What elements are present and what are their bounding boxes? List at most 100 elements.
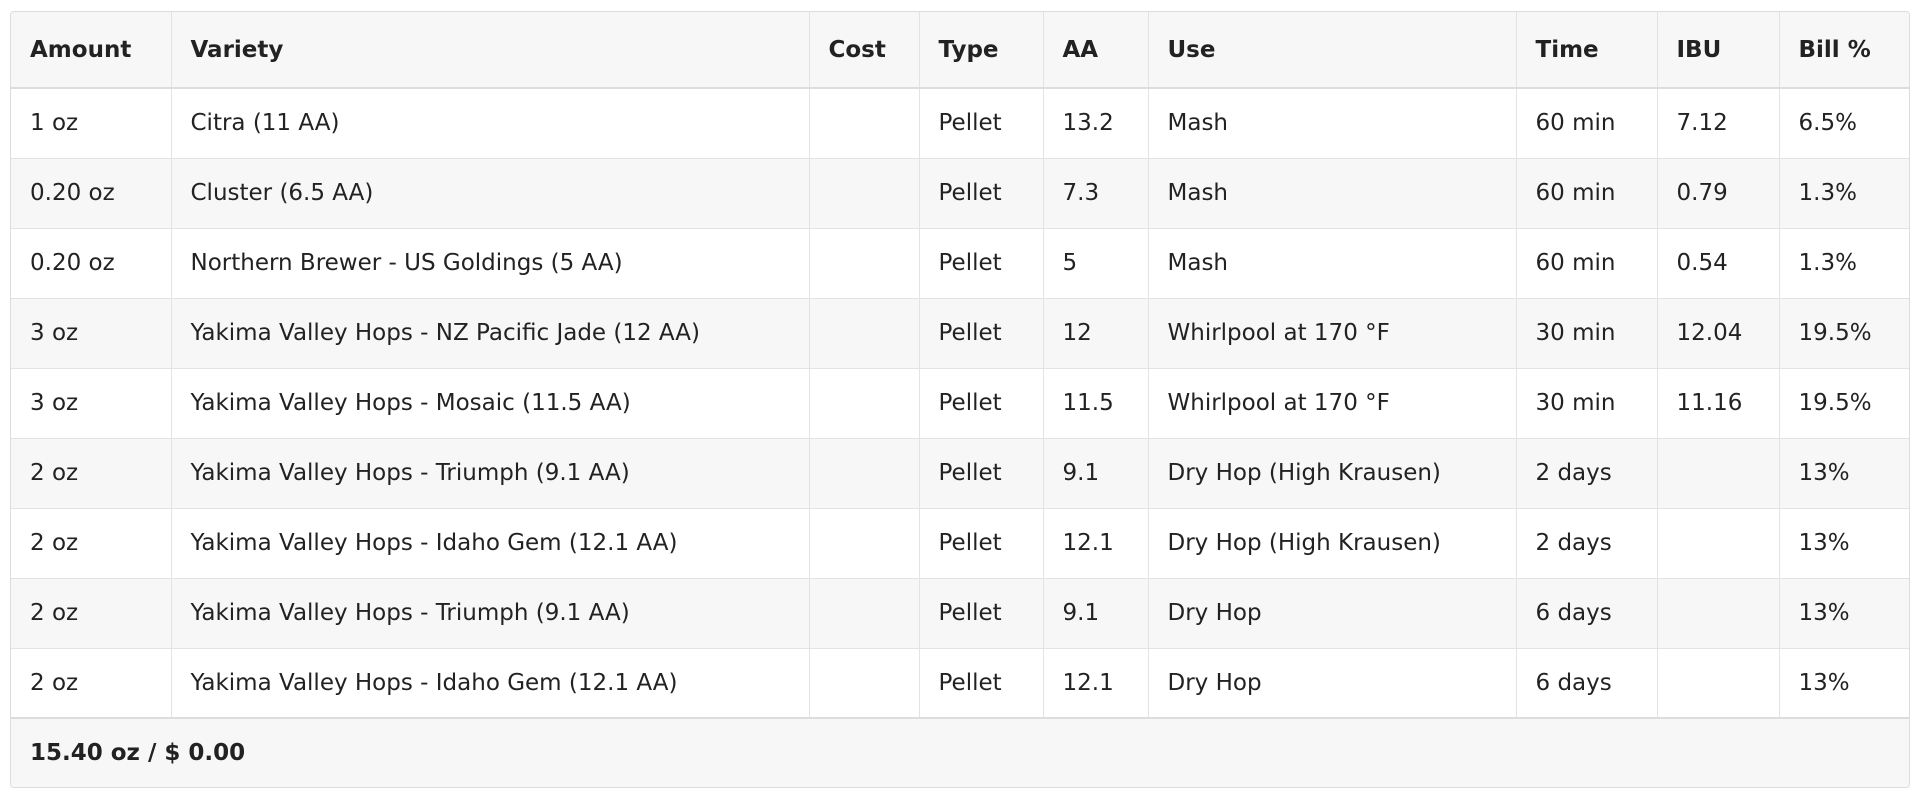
footer-total: 15.40 oz / $ 0.00 [11,717,1909,787]
cell-ibu: 12.04 [1657,298,1780,369]
cell-bill: 6.5% [1779,88,1909,159]
cell-use: Mash [1148,88,1517,159]
table-row: 0.20 oz Northern Brewer - US Goldings (5 … [11,228,1909,299]
cell-variety: Yakima Valley Hops - Idaho Gem (12.1 AA) [171,508,810,579]
column-header-variety: Variety [171,12,810,89]
cell-amount: 3 oz [11,368,172,439]
cell-use: Dry Hop [1148,578,1517,649]
column-header-aa: AA [1043,12,1149,89]
cell-variety: Citra (11 AA) [171,88,810,159]
cell-time: 60 min [1516,158,1658,229]
cell-bill: 1.3% [1779,158,1909,229]
cell-use: Dry Hop [1148,648,1517,719]
cell-bill: 19.5% [1779,298,1909,369]
cell-ibu: 0.79 [1657,158,1780,229]
cell-amount: 3 oz [11,298,172,369]
table-row: 1 oz Citra (11 AA) Pellet 13.2 Mash 60 min 7.1… [11,88,1909,159]
table-row: 2 oz Yakima Valley Hops - Triumph (9.1 AA… [11,438,1909,509]
cell-use: Whirlpool at 170 °F [1148,298,1517,369]
cell-type: Pellet [919,648,1044,719]
cell-cost [809,368,920,439]
cell-bill: 13% [1779,508,1909,579]
cell-variety: Northern Brewer - US Goldings (5 AA) [171,228,810,299]
cell-cost [809,158,920,229]
cell-amount: 2 oz [11,508,172,579]
cell-aa: 9.1 [1043,438,1149,509]
footer-row: 15.40 oz / $ 0.00 [11,717,1909,787]
cell-bill: 19.5% [1779,368,1909,439]
column-header-amount: Amount [11,12,172,89]
cell-variety: Yakima Valley Hops - Triumph (9.1 AA) [171,578,810,649]
cell-type: Pellet [919,578,1044,649]
cell-aa: 7.3 [1043,158,1149,229]
cell-ibu [1657,578,1780,649]
cell-ibu: 7.12 [1657,88,1780,159]
cell-cost [809,578,920,649]
hops-table-container: Amount Variety Cost Type AA Use Time IBU… [10,11,1910,788]
column-header-ibu: IBU [1657,12,1780,89]
cell-time: 30 min [1516,298,1658,369]
hops-table: Amount Variety Cost Type AA Use Time IBU… [11,12,1909,787]
cell-time: 2 days [1516,438,1658,509]
table-header: Amount Variety Cost Type AA Use Time IBU… [11,12,1909,89]
cell-bill: 13% [1779,648,1909,719]
cell-type: Pellet [919,88,1044,159]
cell-time: 6 days [1516,648,1658,719]
column-header-bill: Bill % [1779,12,1909,89]
cell-variety: Yakima Valley Hops - Idaho Gem (12.1 AA) [171,648,810,719]
cell-cost [809,648,920,719]
cell-aa: 12.1 [1043,648,1149,719]
cell-aa: 12.1 [1043,508,1149,579]
cell-use: Whirlpool at 170 °F [1148,368,1517,439]
table-row: 0.20 oz Cluster (6.5 AA) Pellet 7.3 Mash 60 m… [11,158,1909,229]
cell-use: Dry Hop (High Krausen) [1148,508,1517,579]
cell-aa: 5 [1043,228,1149,299]
cell-time: 2 days [1516,508,1658,579]
cell-ibu [1657,438,1780,509]
cell-ibu [1657,508,1780,579]
cell-variety: Cluster (6.5 AA) [171,158,810,229]
cell-type: Pellet [919,158,1044,229]
cell-cost [809,508,920,579]
cell-variety: Yakima Valley Hops - NZ Pacific Jade (12… [171,298,810,369]
cell-amount: 2 oz [11,648,172,719]
cell-time: 30 min [1516,368,1658,439]
table-row: 3 oz Yakima Valley Hops - NZ Pacific Jade… [11,298,1909,369]
cell-cost [809,298,920,369]
column-header-use: Use [1148,12,1517,89]
cell-amount: 1 oz [11,88,172,159]
cell-aa: 11.5 [1043,368,1149,439]
cell-aa: 13.2 [1043,88,1149,159]
cell-amount: 0.20 oz [11,158,172,229]
cell-time: 6 days [1516,578,1658,649]
cell-use: Mash [1148,228,1517,299]
cell-type: Pellet [919,438,1044,509]
cell-bill: 1.3% [1779,228,1909,299]
cell-cost [809,438,920,509]
table-row: 2 oz Yakima Valley Hops - Idaho Gem (12.1… [11,508,1909,579]
cell-cost [809,88,920,159]
cell-type: Pellet [919,298,1044,369]
table-body: 1 oz Citra (11 AA) Pellet 13.2 Mash 60 min 7.1… [11,88,1909,719]
cell-bill: 13% [1779,438,1909,509]
table-row: 3 oz Yakima Valley Hops - Mosaic (11.5 AA… [11,368,1909,439]
cell-bill: 13% [1779,578,1909,649]
cell-use: Dry Hop (High Krausen) [1148,438,1517,509]
cell-type: Pellet [919,228,1044,299]
cell-type: Pellet [919,508,1044,579]
cell-aa: 9.1 [1043,578,1149,649]
cell-amount: 2 oz [11,578,172,649]
cell-time: 60 min [1516,88,1658,159]
cell-use: Mash [1148,158,1517,229]
cell-amount: 2 oz [11,438,172,509]
cell-ibu: 0.54 [1657,228,1780,299]
cell-type: Pellet [919,368,1044,439]
table-footer: 15.40 oz / $ 0.00 [11,717,1909,787]
table-row: 2 oz Yakima Valley Hops - Idaho Gem (12.1… [11,648,1909,719]
cell-cost [809,228,920,299]
column-header-cost: Cost [809,12,920,89]
cell-variety: Yakima Valley Hops - Triumph (9.1 AA) [171,438,810,509]
cell-variety: Yakima Valley Hops - Mosaic (11.5 AA) [171,368,810,439]
header-row: Amount Variety Cost Type AA Use Time IBU… [11,12,1909,89]
cell-ibu: 11.16 [1657,368,1780,439]
